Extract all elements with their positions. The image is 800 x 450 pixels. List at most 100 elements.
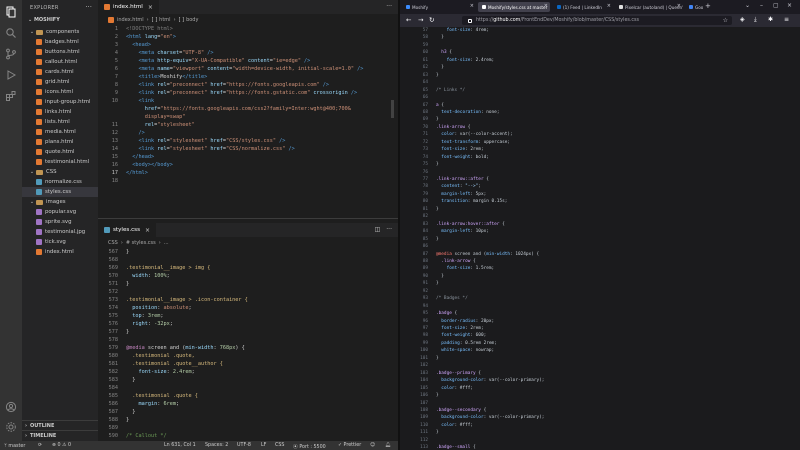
tree-file[interactable]: badges.html <box>22 37 98 47</box>
bookmark-star-icon[interactable]: ☆ <box>723 17 728 24</box>
tab-index-html[interactable]: index.html × <box>98 0 160 14</box>
tree-file[interactable]: testimonial.html <box>22 157 98 167</box>
tree-file[interactable]: buttons.html <box>22 47 98 57</box>
code-text: } <box>436 273 444 279</box>
browser-tab[interactable]: Moshify/styles.css at master × <box>478 2 550 12</box>
minimize-icon[interactable]: – <box>760 2 763 9</box>
browser-tab[interactable]: (1) Feed | LinkedIn × <box>553 2 613 12</box>
indentation[interactable]: Spaces: 2 <box>205 443 228 448</box>
pocket-icon[interactable]: ◈ <box>740 16 745 23</box>
github-code-view[interactable]: 57 font-size: 4rem; 58 } 59 60 h3 {61 font-… <box>400 27 800 450</box>
search-icon[interactable] <box>5 27 17 39</box>
line-number: 89 <box>422 266 428 272</box>
extensions-icon[interactable] <box>5 90 17 102</box>
code-line: 110 color: #fff; <box>400 422 800 430</box>
code-line: 574 position: absolute; <box>98 304 398 312</box>
close-icon[interactable]: × <box>145 227 150 234</box>
browser-tabstrip: Moshify × Moshify/styles.css at master × (1)… <box>400 0 800 14</box>
tree-folder[interactable]: ⌄ components <box>22 27 98 37</box>
browser-tab[interactable]: Google Översätt <box>685 2 703 12</box>
tree-file[interactable]: cards.html <box>22 67 98 77</box>
browser-tab[interactable]: Moshify × <box>402 2 476 12</box>
close-tab-icon[interactable]: × <box>607 3 611 9</box>
tree-file[interactable]: index.html <box>22 247 98 257</box>
timeline-section[interactable]: › TIMELINE <box>22 430 98 440</box>
back-button[interactable]: ← <box>406 16 411 24</box>
line-number: 65 <box>422 87 428 93</box>
branch-indicator[interactable]: ᛘ master <box>4 443 25 449</box>
browser-tab-label: (1) Feed | LinkedIn <box>563 4 602 10</box>
tree-file[interactable]: icons.html <box>22 87 98 97</box>
close-tab-icon[interactable]: × <box>470 3 474 9</box>
run-debug-icon[interactable] <box>5 69 17 81</box>
code-editor-top[interactable]: 1 <!DOCTYPE html> 2 <html lang="en"> 3 <head… <box>98 25 398 218</box>
language-mode[interactable]: CSS <box>275 443 284 448</box>
browser-tab[interactable]: Pixelcar (autoland) | Queen's Pri...× <box>615 2 683 12</box>
tree-folder[interactable]: ⌄ CSS <box>22 167 98 177</box>
tree-folder[interactable]: ⌄ images <box>22 197 98 207</box>
code-text: margin-left: 5px; <box>441 191 487 197</box>
tree-file[interactable]: normalize.css <box>22 177 98 187</box>
gear-icon[interactable] <box>5 421 17 433</box>
tree-file[interactable]: sprite.svg <box>22 217 98 227</box>
tree-file[interactable]: styles.css <box>22 187 98 197</box>
close-window-icon[interactable]: × <box>787 2 792 9</box>
close-tab-icon[interactable]: × <box>677 3 681 9</box>
tree-file[interactable]: callout.html <box>22 57 98 67</box>
tree-file[interactable]: tick.svg <box>22 237 98 247</box>
tree-file[interactable]: links.html <box>22 107 98 117</box>
code-line: 577} <box>98 328 398 336</box>
cursor-position[interactable]: Ln 631, Col 1 <box>164 443 196 448</box>
more-actions-icon[interactable]: ··· <box>85 3 92 11</box>
pane-divider[interactable] <box>98 218 398 219</box>
outline-section[interactable]: › OUTLINE <box>22 420 98 430</box>
account-icon[interactable] <box>5 401 17 413</box>
line-endings[interactable]: LF <box>261 443 266 448</box>
favicon-icon <box>619 5 623 9</box>
tree-file[interactable]: lists.html <box>22 117 98 127</box>
prettier-status[interactable]: ✓ Prettier <box>338 443 361 448</box>
extensions-icon[interactable]: ✱ <box>768 16 773 23</box>
downloads-icon[interactable]: ⤓ <box>754 16 757 24</box>
scrollbar[interactable] <box>391 100 394 118</box>
code-text: .link-arrow { <box>441 258 476 264</box>
tree-file[interactable]: testimonial.jpg <box>22 227 98 237</box>
html-file-icon <box>104 4 110 10</box>
feedback-icon[interactable]: ☺ <box>370 443 375 448</box>
image-file-icon <box>36 229 42 235</box>
html-file-icon <box>36 99 42 105</box>
tab-list-icon[interactable]: ⌄ <box>745 2 750 9</box>
source-control-icon[interactable] <box>5 48 17 60</box>
code-editor-bottom[interactable]: 567} 568 569 .testimonial__image > img {570… <box>98 248 398 441</box>
close-tab-icon[interactable]: × <box>544 3 548 9</box>
new-tab-button[interactable]: + <box>705 2 711 10</box>
address-bar[interactable]: https://github.com/FrontEndDev/Moshify/b… <box>462 16 732 25</box>
line-number: 17 <box>111 170 118 176</box>
line-number: 80 <box>422 199 428 205</box>
menu-icon[interactable]: ≡ <box>784 16 789 23</box>
sync-icon[interactable]: ⟳ <box>38 443 42 448</box>
close-icon[interactable]: × <box>148 4 153 11</box>
tree-file[interactable]: grid.html <box>22 77 98 87</box>
problems-indicator[interactable]: ⊗ 0 ⚠ 0 <box>52 443 71 448</box>
line-number: 8 <box>114 82 118 88</box>
maximize-icon[interactable]: ▢ <box>773 2 779 9</box>
tree-file[interactable]: media.html <box>22 127 98 137</box>
live-server-port[interactable]: ⦿ Port : 5500 <box>293 443 326 450</box>
tree-file[interactable]: popular.svg <box>22 207 98 217</box>
split-editor-icon[interactable]: ◫ <box>375 226 381 233</box>
tree-file[interactable]: plans.html <box>22 137 98 147</box>
workspace-root[interactable]: ⌄ MOSHIFY <box>28 17 60 23</box>
encoding[interactable]: UTF-8 <box>237 443 251 448</box>
tree-file[interactable]: quote.html <box>22 147 98 157</box>
reload-button[interactable]: ↻ <box>429 16 434 24</box>
tree-file[interactable]: input-group.html <box>22 97 98 107</box>
bell-icon[interactable]: 🔔︎ <box>385 443 391 448</box>
explorer-icon[interactable] <box>5 6 17 18</box>
more-actions-icon[interactable]: ··· <box>386 3 392 10</box>
forward-button[interactable]: → <box>418 16 423 24</box>
line-number: 108 <box>420 407 428 413</box>
line-number: 83 <box>422 221 428 227</box>
tab-styles-css[interactable]: styles.css × <box>98 223 158 237</box>
more-actions-icon[interactable]: ··· <box>386 226 392 233</box>
